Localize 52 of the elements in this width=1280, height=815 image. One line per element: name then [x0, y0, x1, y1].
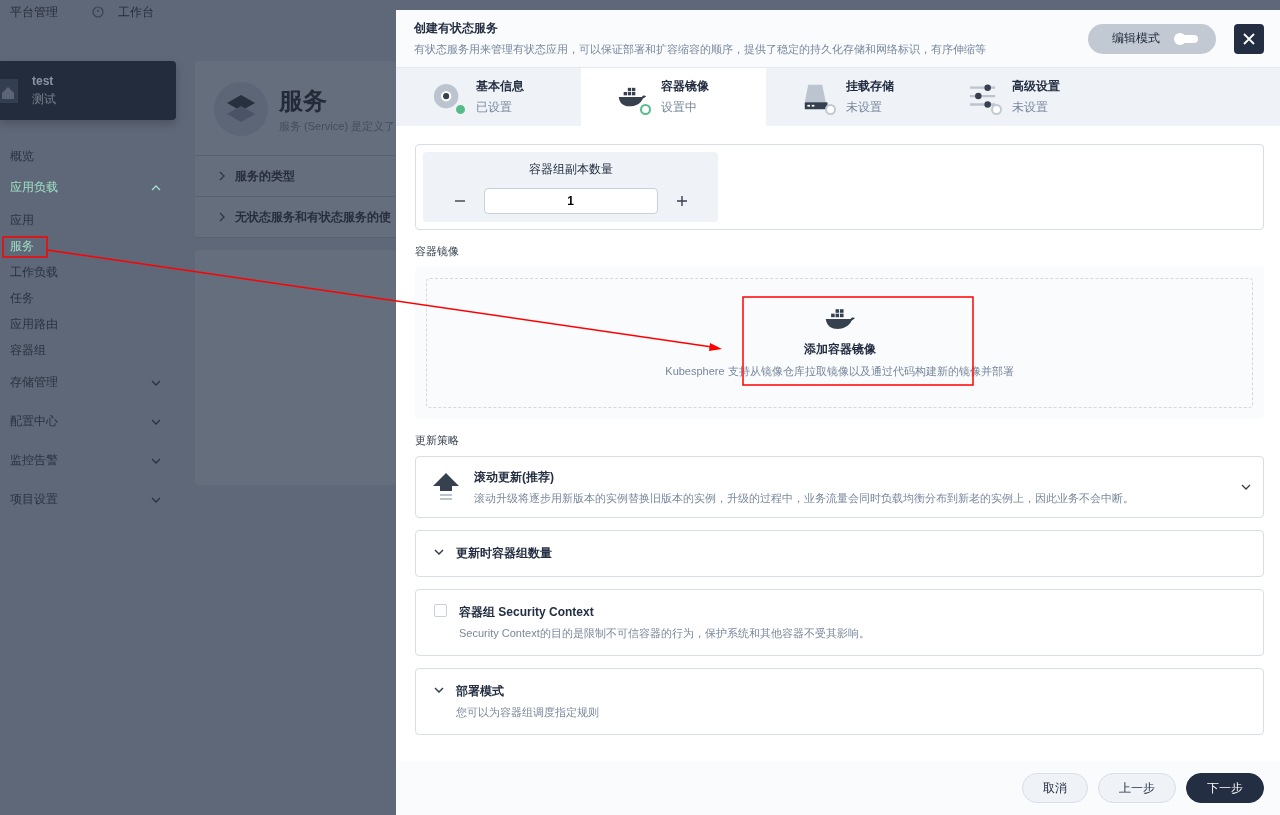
project-card[interactable]: test 测试	[0, 61, 176, 120]
edit-mode-toggle[interactable]: 编辑模式	[1088, 23, 1216, 54]
chevron-icon	[151, 379, 161, 386]
checkbox[interactable]	[434, 604, 447, 617]
chevron-icon	[219, 212, 225, 222]
close-icon	[1242, 31, 1256, 46]
replica-label: 容器组副本数量	[528, 160, 613, 178]
whale-icon	[823, 307, 856, 331]
footer-button[interactable]: 下一步	[1186, 773, 1264, 803]
settings-panel[interactable]: 容器组 Security Context Security Context的目的是限制不可信容器的行为，保护系统和其他容器不受其影响。	[415, 589, 1264, 656]
settings-panel[interactable]: 部署模式 您可以为容器组调度指定规则	[415, 668, 1264, 735]
strategy-description: 滚动升级将逐步用新版本的实例替换旧版本的实例，升级的过程中，业务流量会同时负载均衡分布到新老的实例上，因此业务不会中断。	[474, 490, 1135, 506]
house-icon	[0, 78, 18, 103]
footer-button[interactable]: 上一步	[1098, 773, 1176, 803]
sliders-icon	[968, 83, 998, 111]
page-title: 服务	[279, 85, 328, 116]
chevron-icon	[151, 457, 161, 464]
panel-description: 您可以为容器组调度指定规则	[456, 705, 600, 720]
project-name: test	[32, 73, 55, 88]
step-tab[interactable]: 挂载存储 未设置	[766, 68, 932, 126]
nav-item[interactable]: 服务	[0, 233, 176, 259]
settings-panel[interactable]: 更新时容器组数量	[415, 530, 1264, 577]
strategy-title: 滚动更新(推荐)	[474, 468, 555, 486]
replica-input[interactable]: 1	[483, 187, 658, 214]
modal-title: 创建有状态服务	[414, 20, 499, 37]
highlight-box	[2, 236, 48, 258]
project-alias: 测试	[32, 90, 56, 108]
strategy-select[interactable]: 滚动更新(推荐) 滚动升级将逐步用新版本的实例替换旧版本的实例，升级的过程中，业务流量会同时负载均衡分布到新老的实例上，因此业务不会中断。	[415, 456, 1264, 518]
compass-icon	[92, 6, 104, 18]
layers-icon	[213, 81, 269, 137]
chevron-icon	[151, 496, 161, 503]
chevron-icon	[151, 184, 161, 191]
section-label: 容器镜像	[415, 244, 460, 259]
chevron-icon	[219, 171, 225, 181]
nav-group[interactable]: 应用负载	[0, 168, 176, 207]
top-nav-link[interactable]: 工作台	[118, 3, 154, 21]
step-tab[interactable]: 基本信息 已设置	[396, 68, 581, 126]
close-button[interactable]	[1234, 23, 1264, 54]
panel-title: 更新时容器组数量	[456, 545, 553, 562]
chevron-icon	[1241, 484, 1251, 490]
panel-title: 容器组 Security Context	[459, 604, 595, 621]
modal-description: 有状态服务用来管理有状态应用，可以保证部署和扩容缩容的顺序，提供了稳定的持久化存储和网络标识，有序伸缩等	[414, 42, 987, 57]
step-tab[interactable]: 高级设置 未设置	[932, 68, 1117, 126]
panel-description: Security Context的目的是限制不可信容器的行为，保护系统和其他容器不受其影响。	[459, 626, 871, 641]
panel-title: 部署模式	[456, 683, 505, 700]
plus-icon	[675, 194, 688, 207]
section-label: 更新策略	[415, 433, 460, 448]
add-image-title: 添加容器镜像	[803, 341, 876, 358]
upload-arrow-icon	[432, 472, 460, 502]
footer-button[interactable]: 取消	[1022, 773, 1088, 803]
chevron-icon	[151, 418, 161, 425]
step-tab[interactable]: 容器镜像 设置中	[581, 68, 766, 126]
